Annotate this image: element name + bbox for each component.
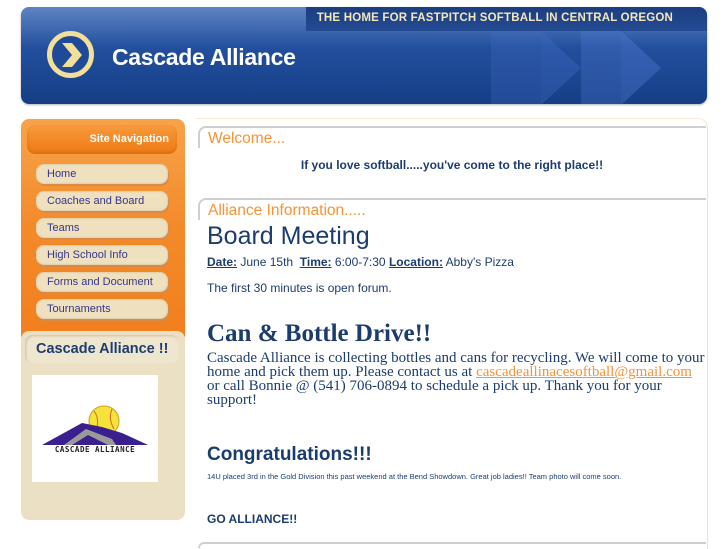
- meeting-note: The first 30 minutes is open forum.: [207, 281, 392, 295]
- date-label: Date:: [207, 255, 238, 269]
- nav-header: Site Navigation: [27, 125, 177, 154]
- site-navigation: Site Navigation Home Coaches and Board T…: [21, 119, 185, 337]
- site-tagline: THE HOME FOR FASTPITCH SOFTBALL IN CENTR…: [316, 12, 673, 24]
- promo-box: Cascade Alliance !! CASCADE ALLIANCE: [21, 331, 185, 520]
- section-divider: [198, 542, 706, 548]
- site-title[interactable]: Cascade Alliance: [112, 44, 296, 71]
- drive-text-after: or call Bonnie @ (541) 706-0894 to sched…: [207, 378, 662, 408]
- date-value: June 15th: [240, 255, 294, 269]
- meeting-details: Date: June 15th Time: 6:00-7:30 Location…: [207, 255, 514, 269]
- nav-item-label: Coaches and Board: [47, 195, 145, 207]
- banner-decoration: [491, 31, 541, 104]
- nav-item-label: Forms and Document: [47, 276, 153, 288]
- banner-decoration: [581, 31, 621, 104]
- nav-item-label: Teams: [47, 222, 80, 234]
- board-meeting-heading: Board Meeting: [207, 222, 370, 250]
- nav-item-forms-and-document[interactable]: Forms and Document: [36, 272, 168, 292]
- cascade-alliance-logo-image: CASCADE ALLIANCE: [32, 375, 158, 482]
- nav-item-home[interactable]: Home: [36, 164, 168, 184]
- congrats-text: 14U placed 3rd in the Gold Division this…: [207, 472, 622, 481]
- nav-title: Site Navigation: [89, 133, 169, 145]
- drive-heading: Can & Bottle Drive!!: [207, 320, 432, 347]
- nav-item-teams[interactable]: Teams: [36, 218, 168, 238]
- drive-description: Cascade Alliance is collecting bottles a…: [207, 351, 707, 408]
- nav-item-label: High School Info: [47, 249, 128, 261]
- promo-header: Cascade Alliance !!: [25, 335, 179, 364]
- welcome-section-header: Welcome...: [198, 126, 706, 148]
- welcome-tagline: If you love softball.....you've come to …: [300, 158, 604, 172]
- banner-chevron-decoration: [541, 31, 581, 104]
- mountain-softball-icon: [42, 405, 148, 445]
- sidebar: Site Navigation Home Coaches and Board T…: [21, 119, 185, 520]
- nav-item-tournaments[interactable]: Tournaments: [36, 299, 168, 319]
- nav-item-coaches-and-board[interactable]: Coaches and Board: [36, 191, 168, 211]
- banner-chevron-decoration: [621, 31, 661, 104]
- info-section-header: Alliance Information.....: [198, 198, 706, 220]
- time-label: Time:: [299, 255, 332, 269]
- nav-item-label: Home: [47, 168, 77, 180]
- header-banner: THE HOME FOR FASTPITCH SOFTBALL IN CENTR…: [21, 7, 707, 104]
- closing-text: GO ALLIANCE!!: [207, 512, 298, 526]
- time-value: 6:00-7:30: [334, 255, 386, 269]
- promo-title: Cascade Alliance !!: [36, 341, 169, 357]
- nav-item-high-school-info[interactable]: High School Info: [36, 245, 168, 265]
- logo-caption: CASCADE ALLIANCE: [54, 445, 136, 454]
- info-title: Alliance Information.....: [208, 202, 366, 219]
- location-value: Abby's Pizza: [445, 255, 514, 269]
- nav-item-label: Tournaments: [47, 303, 111, 315]
- congrats-heading: Congratulations!!!: [207, 444, 372, 465]
- welcome-title: Welcome...: [208, 130, 286, 147]
- location-label: Location:: [388, 255, 443, 269]
- chevron-right-circle-icon[interactable]: [47, 31, 94, 78]
